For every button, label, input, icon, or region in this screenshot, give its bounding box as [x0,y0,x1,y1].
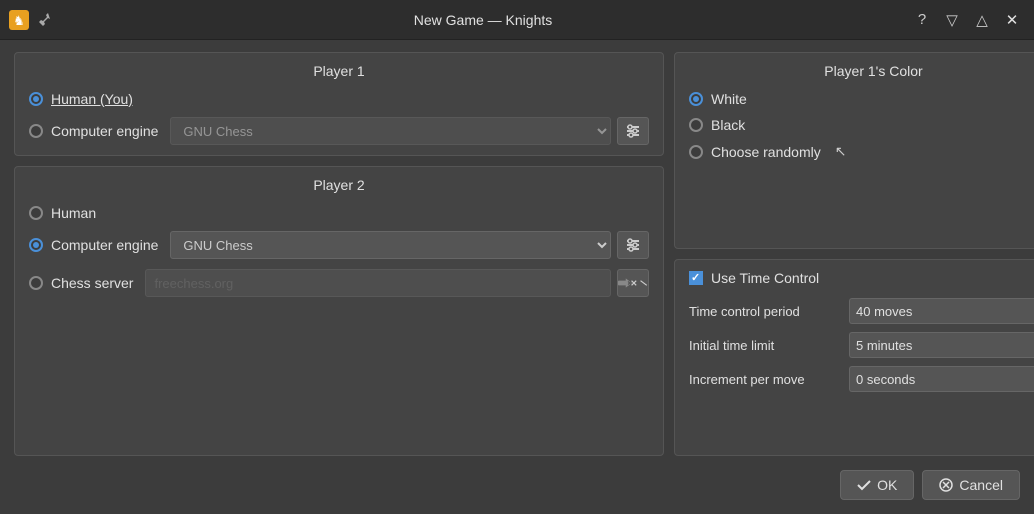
ok-button[interactable]: OK [840,470,914,500]
time-increment-row: Increment per move ▲ ▼ [689,366,1034,392]
color-white-radio[interactable] [689,92,703,106]
time-initial-row: Initial time limit ▲ ▼ [689,332,1034,358]
time-control-header-row: Use Time Control [689,270,1034,286]
time-period-spinner: ▲ ▼ [849,298,1034,324]
time-period-input[interactable] [849,298,1034,324]
color-white-label[interactable]: White [711,91,747,107]
cursor-icon: ↖ [835,143,847,160]
player2-engine-row: Computer engine GNU Chess [29,231,649,259]
cancel-button[interactable]: Cancel [922,470,1020,500]
color-random-label[interactable]: Choose randomly [711,144,821,160]
player1-engine-select[interactable]: GNU Chess [170,117,611,145]
time-control-label[interactable]: Use Time Control [711,270,819,286]
time-period-row: Time control period ▲ ▼ [689,298,1034,324]
player2-server-radio[interactable] [29,276,43,290]
time-control-checkbox[interactable] [689,271,703,285]
player1-panel: Player 1 Human (You) Computer engine GNU… [14,52,664,156]
player1-engine-settings-button[interactable] [617,117,649,145]
player2-engine-radio[interactable] [29,238,43,252]
window-title: New Game — Knights [58,12,908,28]
time-increment-input[interactable] [849,366,1034,392]
ok-check-icon [857,479,871,491]
color-black-label[interactable]: Black [711,117,745,133]
player2-server-clear-button[interactable] [617,269,649,297]
color-panel: Player 1's Color White Black Choose rand… [674,52,1034,249]
panels-row: Player 1 Human (You) Computer engine GNU… [14,52,1020,456]
restore-button[interactable]: △ [968,6,996,34]
cancel-label: Cancel [959,477,1003,493]
player2-engine-label[interactable]: Computer engine [51,237,158,253]
time-initial-label: Initial time limit [689,338,849,353]
titlebar-left-icons: ♞ [8,9,58,31]
player2-human-row: Human [29,205,649,221]
player2-server-label[interactable]: Chess server [51,275,133,291]
player2-engine-controls: GNU Chess [170,231,649,259]
player2-engine-select[interactable]: GNU Chess [170,231,611,259]
player1-human-radio[interactable] [29,92,43,106]
player2-panel: Player 2 Human Computer engine GNU Chess [14,166,664,456]
titlebar: ♞ New Game — Knights ? ▽ △ ✕ [0,0,1034,40]
player2-human-radio[interactable] [29,206,43,220]
color-panel-title: Player 1's Color [689,63,1034,79]
player2-engine-settings-button[interactable] [617,231,649,259]
color-random-radio[interactable] [689,145,703,159]
time-initial-spinner: ▲ ▼ [849,332,1034,358]
player1-title: Player 1 [29,63,649,79]
minimize-button[interactable]: ▽ [938,6,966,34]
player1-engine-row-controls: GNU Chess [170,117,649,145]
window-controls: ? ▽ △ ✕ [908,6,1026,34]
player1-human-row: Human (You) [29,91,649,107]
color-black-radio[interactable] [689,118,703,132]
player2-title: Player 2 [29,177,649,193]
time-increment-label: Increment per move [689,372,849,387]
player1-engine-label[interactable]: Computer engine [51,123,158,139]
color-white-row: White [689,91,1034,107]
player2-server-input[interactable] [145,269,611,297]
time-period-label: Time control period [689,304,849,319]
bottom-buttons-row: OK Cancel [14,466,1020,502]
player2-server-row: Chess server [29,269,649,297]
pin-icon[interactable] [36,9,58,31]
app-icon: ♞ [8,9,30,31]
cancel-icon [939,478,953,492]
time-control-panel: Use Time Control Time control period ▲ ▼… [674,259,1034,456]
help-button[interactable]: ? [908,6,936,34]
main-content: Player 1 Human (You) Computer engine GNU… [0,40,1034,514]
player1-human-label[interactable]: Human (You) [51,91,133,107]
color-black-row: Black [689,117,1034,133]
close-button[interactable]: ✕ [998,6,1026,34]
time-increment-spinner: ▲ ▼ [849,366,1034,392]
svg-text:♞: ♞ [13,13,25,28]
right-panels: Player 1's Color White Black Choose rand… [674,52,1034,456]
player1-engine-row: Computer engine GNU Chess [29,117,649,145]
player2-human-label[interactable]: Human [51,205,96,221]
color-random-row: Choose randomly ↖ [689,143,1034,160]
left-panels: Player 1 Human (You) Computer engine GNU… [14,52,664,456]
player1-engine-radio[interactable] [29,124,43,138]
ok-label: OK [877,477,897,493]
player2-server-controls [145,269,649,297]
time-initial-input[interactable] [849,332,1034,358]
